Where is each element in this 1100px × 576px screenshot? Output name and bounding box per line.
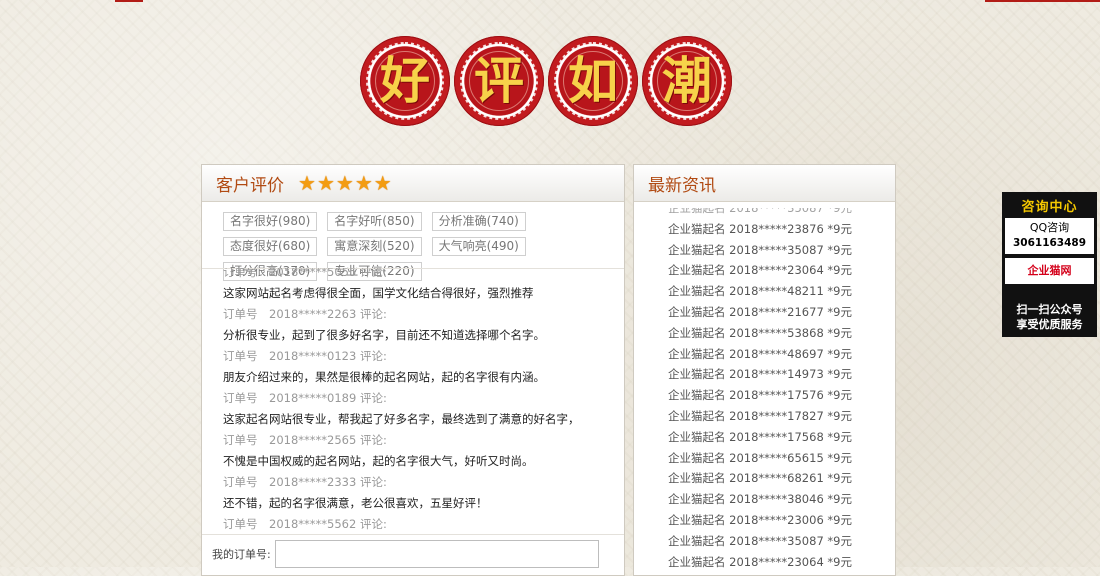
- review-tag[interactable]: 态度很好(680): [223, 237, 318, 256]
- review-text: 分析很专业，起到了很多好名字，目前还不知道选择哪个名字。: [223, 328, 545, 342]
- seal-chao: 潮: [642, 36, 732, 126]
- news-panel: 最新资讯 企业猫起名 2018*****35087 *9元 企业猫起名 2018…: [633, 164, 896, 576]
- news-item: 企业猫起名 2018*****14973 *9元: [668, 367, 852, 382]
- news-item: 企业猫起名 2018*****48211 *9元: [668, 284, 852, 299]
- consult-title: 咨询中心: [1021, 200, 1078, 215]
- seal-ping: 评: [454, 36, 544, 126]
- seal-hao: 好: [360, 36, 450, 126]
- news-item: 企业猫起名 2018*****21677 *9元: [668, 304, 852, 319]
- seal-char: 潮: [662, 51, 712, 110]
- news-item: 企业猫起名 2018*****68261 *9元: [668, 471, 852, 486]
- seal-char: 如: [568, 51, 618, 110]
- qq-consult-label: QQ咨询: [1029, 221, 1070, 234]
- review-tag[interactable]: 名字好听(850): [327, 212, 422, 231]
- news-item: 企业猫起名 2018*****38046 *9元: [668, 492, 852, 507]
- review-text: 这家起名网站很专业，帮我起了好多名字，最终选到了满意的好名字，: [223, 412, 580, 426]
- seal-char: 好: [380, 51, 430, 110]
- order-number-label: 我的订单号:: [212, 548, 271, 561]
- review-order: 订单号 2018*****2333 评论:: [223, 475, 387, 489]
- review-order: 订单号 2018*****2263 评论:: [223, 307, 387, 321]
- news-item: 企业猫起名 2018*****17827 *9元: [668, 408, 852, 423]
- review-tag[interactable]: 名字很好(980): [223, 212, 318, 231]
- consult-widget: 咨询中心 QQ咨询 3061163489 企业猫网 扫一扫公众号 享受优质服务: [1002, 192, 1097, 337]
- review-order: 订单号 2018*****0123 评论:: [223, 349, 387, 363]
- news-item: 企业猫起名 2018*****23006 *9元: [668, 512, 852, 527]
- reviews-panel-title: 客户评价: [216, 175, 284, 196]
- review-text: 朋友介绍过来的，果然是很棒的起名网站，起的名字很有内涵。: [223, 370, 545, 384]
- seal-ru: 如: [548, 36, 638, 126]
- news-item: 企业猫起名 2018*****23064 *9元: [668, 554, 852, 569]
- review-list[interactable]: 订单号 2018*****5055 评论: 这家网站起名考虑得很全面，国学文化结…: [223, 268, 603, 530]
- news-item: 企业猫起名 2018*****23064 *9元: [668, 263, 852, 278]
- reviews-panel: 客户评价 ★ ★ ★ ★ ★ 名字很好(980) 名字好听(850) 分析准确(…: [201, 164, 625, 576]
- news-panel-title: 最新资讯: [648, 175, 716, 196]
- news-item: 企业猫起名 2018*****48697 *9元: [668, 346, 852, 361]
- star-icon: ★: [298, 171, 316, 195]
- review-text: 不愧是中国权威的起名网站，起的名字很大气，好听又时尚。: [223, 454, 534, 468]
- review-order: 订单号 2018*****5055 评论:: [223, 268, 387, 279]
- news-item: 企业猫起名 2018*****35087 *9元: [668, 533, 852, 548]
- reviews-panel-header: 客户评价 ★ ★ ★ ★ ★: [202, 165, 624, 202]
- brand-link[interactable]: 企业猫网: [1005, 258, 1094, 284]
- seal-char: 评: [474, 51, 524, 110]
- news-item: 企业猫起名 2018*****23876 *9元: [668, 221, 852, 236]
- scan-line-2: 享受优质服务: [1016, 318, 1083, 331]
- review-order: 订单号 2018*****2565 评论:: [223, 433, 387, 447]
- news-item: 企业猫起名 2018*****65615 *9元: [668, 450, 852, 465]
- order-number-input[interactable]: [274, 540, 599, 568]
- star-icon: ★: [335, 171, 354, 195]
- divider: [202, 534, 624, 535]
- review-order: 订单号 2018*****0189 评论:: [223, 391, 387, 405]
- scan-line-1: 扫一扫公众号: [1016, 303, 1083, 316]
- news-list[interactable]: 企业猫起名 2018*****35087 *9元 企业猫起名 2018*****…: [668, 208, 868, 574]
- review-tag[interactable]: 分析准确(740): [431, 212, 526, 231]
- review-tag[interactable]: 寓意深刻(520): [327, 237, 422, 256]
- rating-stars: ★ ★ ★ ★ ★: [298, 173, 392, 193]
- review-text: 还不错，起的名字很满意，老公很喜欢，五星好评！: [223, 496, 488, 510]
- news-item: 企业猫起名 2018*****17568 *9元: [668, 429, 852, 444]
- star-icon: ★: [316, 171, 335, 195]
- news-item: 企业猫起名 2018*****17576 *9元: [668, 388, 852, 403]
- review-tag[interactable]: 大气响亮(490): [431, 237, 526, 256]
- review-text: 这家网站起名考虑得很全面，国学文化结合得很好，强烈推荐: [223, 286, 534, 300]
- banner-seals: 好 评 如 潮: [360, 36, 740, 128]
- order-number-row: 我的订单号:: [212, 540, 599, 568]
- star-icon: ★: [354, 171, 373, 195]
- scan-prompt: 扫一扫公众号 享受优质服务: [1002, 302, 1097, 332]
- qq-number: 3061163489: [1012, 237, 1087, 249]
- top-decor-line: [0, 0, 1100, 2]
- news-item: 企业猫起名 2018*****53868 *9元: [668, 325, 852, 340]
- news-item: 企业猫起名 2018*****35087 *9元: [668, 242, 852, 257]
- star-icon: ★: [373, 171, 392, 195]
- review-order: 订单号 2018*****5562 评论:: [223, 517, 387, 530]
- news-panel-header: 最新资讯: [634, 165, 895, 202]
- news-item: 企业猫起名 2018*****35087 *9元: [668, 208, 852, 215]
- qq-consult-button[interactable]: QQ咨询 3061163489: [1005, 218, 1094, 254]
